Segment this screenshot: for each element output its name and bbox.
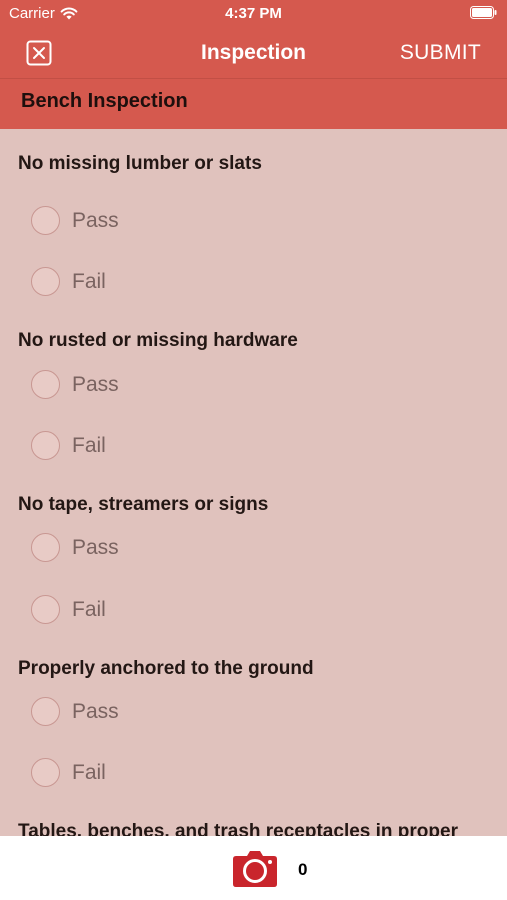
radio-button[interactable] [31,595,60,624]
camera-icon[interactable] [232,850,278,888]
pass-option[interactable]: Pass [31,697,119,726]
pass-option[interactable]: Pass [31,206,119,235]
radio-button[interactable] [31,370,60,399]
option-label: Fail [72,760,106,784]
status-time: 4:37 PM [225,5,282,22]
battery-icon [470,6,497,19]
submit-button[interactable]: SUBMIT [400,41,481,65]
option-label: Fail [72,269,106,293]
navigation-bar: Inspection SUBMIT [0,28,507,78]
question-label: No missing lumber or slats [18,153,262,174]
option-label: Pass [72,535,119,559]
inspection-form: No missing lumber or slats Pass Fail No … [0,128,507,836]
fail-option[interactable]: Fail [31,758,106,787]
option-label: Pass [72,372,119,396]
radio-button[interactable] [31,431,60,460]
question-label: Tables, benches, and trash receptacles i… [18,821,458,836]
question-label: Properly anchored to the ground [18,658,314,679]
fail-option[interactable]: Fail [31,595,106,624]
radio-button[interactable] [31,533,60,562]
bottom-toolbar: 0 [0,836,507,900]
option-label: Pass [72,208,119,232]
section-title: Bench Inspection [21,90,188,112]
pass-option[interactable]: Pass [31,370,119,399]
photo-count: 0 [298,860,308,879]
status-bar: Carrier 4:37 PM [0,0,507,28]
radio-button[interactable] [31,267,60,296]
section-header: Bench Inspection [0,78,507,129]
question-label: No tape, streamers or signs [18,494,269,515]
option-label: Fail [72,433,106,457]
radio-button[interactable] [31,697,60,726]
option-label: Pass [72,699,119,723]
radio-button[interactable] [31,758,60,787]
option-label: Fail [72,597,106,621]
pass-option[interactable]: Pass [31,533,119,562]
question-label: No rusted or missing hardware [18,330,298,351]
fail-option[interactable]: Fail [31,431,106,460]
fail-option[interactable]: Fail [31,267,106,296]
radio-button[interactable] [31,206,60,235]
